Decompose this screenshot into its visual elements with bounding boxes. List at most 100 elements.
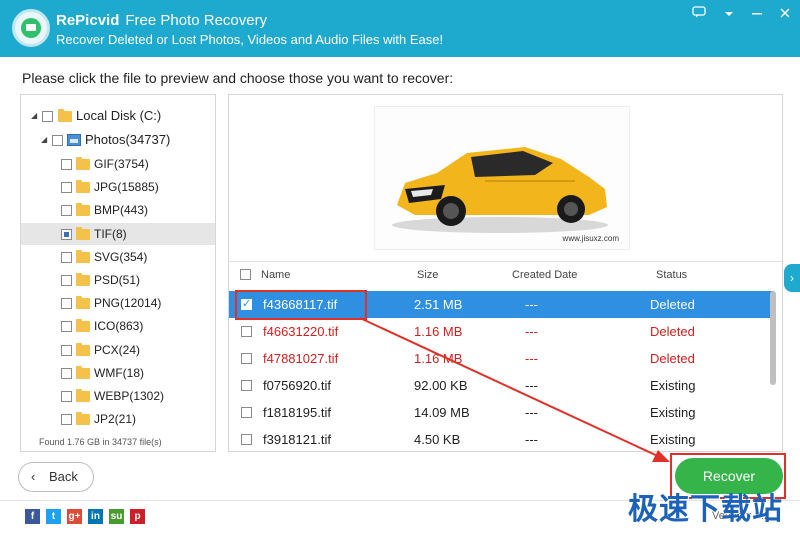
tree-item-folder[interactable]: ICO(863) (21, 315, 215, 337)
tree-checkbox[interactable] (61, 159, 72, 170)
pinterest-icon[interactable]: p (130, 509, 145, 524)
file-name: f3918121.tif (263, 432, 331, 447)
tree-item-folder[interactable]: JP2(21) (21, 408, 215, 430)
tree-label: PSD(51) (94, 273, 141, 287)
tree-checkbox[interactable] (52, 135, 63, 146)
tree-checkbox[interactable] (61, 344, 72, 356)
file-status: Existing (650, 432, 696, 447)
tree-label: WMF(18) (94, 365, 144, 380)
tree-label: SVG(354) (94, 249, 148, 264)
folder-icon (76, 180, 90, 194)
file-name: f0756920.tif (263, 378, 331, 393)
tree-item-folder[interactable]: PNG(12014) (21, 292, 215, 314)
table-header: Name Size Created Date Status (229, 261, 782, 287)
expand-arrow-icon[interactable]: ◢ (31, 105, 37, 127)
folder-icon (76, 389, 90, 402)
folder-icon (76, 342, 90, 356)
tree-item-folder[interactable]: TIF(8) (21, 222, 215, 245)
tree-item-photos[interactable]: ◢ Photos(34737) (21, 129, 215, 151)
tree-item-folder[interactable]: WEBP(1302) (21, 385, 215, 407)
googleplus-icon[interactable]: g+ (67, 509, 82, 524)
car-image (392, 147, 608, 233)
table-row[interactable]: f0756920.tif 92.00 KB --- Existing (229, 372, 774, 399)
tree-label: PNG(12014) (94, 296, 162, 311)
row-checkbox[interactable] (241, 434, 252, 445)
tree-label: JPG(15885) (94, 180, 159, 195)
table-row[interactable]: f3918121.tif 4.50 KB --- Existing (229, 426, 774, 451)
column-header-status[interactable]: Status (656, 269, 687, 281)
column-header-size[interactable]: Size (417, 269, 438, 281)
table-scrollbar[interactable] (770, 291, 776, 385)
file-date: --- (525, 297, 538, 312)
app-subtitle: Recover Deleted or Lost Photos, Videos a… (56, 32, 444, 47)
tree-checkbox[interactable] (61, 251, 72, 263)
table-row[interactable]: f46631220.tif 1.16 MB --- Deleted (229, 318, 774, 345)
file-status: Deleted (650, 351, 695, 366)
chevron-right-icon[interactable]: › (784, 264, 800, 292)
row-checkbox[interactable] (241, 326, 252, 337)
row-checkbox[interactable] (241, 380, 252, 391)
column-header-name[interactable]: Name (261, 269, 290, 281)
tree-checkbox[interactable] (61, 321, 72, 333)
tree-label: JP2(21) (94, 412, 137, 427)
row-checkbox[interactable] (241, 353, 252, 364)
tree-item-folder[interactable]: GIF(3754) (21, 153, 215, 175)
tree-checkbox[interactable] (61, 391, 72, 402)
tree-checkbox[interactable] (61, 182, 72, 194)
tree-checkbox[interactable] (61, 275, 72, 286)
tree-checkbox[interactable] (61, 298, 72, 310)
photos-icon (67, 134, 81, 146)
file-date: --- (525, 405, 538, 420)
tree-item-folder[interactable]: PCX(24) (21, 339, 215, 361)
folder-icon (76, 249, 90, 263)
highlight-box-file (235, 290, 367, 320)
row-checkbox[interactable] (241, 407, 252, 418)
minimize-icon[interactable] (744, 4, 770, 24)
table-row[interactable]: f47881027.tif 1.16 MB --- Deleted (229, 345, 774, 372)
file-date: --- (525, 351, 538, 366)
menu-icon[interactable] (716, 4, 742, 24)
tree-checkbox[interactable] (61, 205, 72, 217)
twitter-icon[interactable]: t (46, 509, 61, 524)
tree-item-folder[interactable]: SVG(354) (21, 246, 215, 268)
column-header-date[interactable]: Created Date (512, 269, 577, 281)
tree-checkbox[interactable] (61, 367, 72, 379)
file-size: 92.00 KB (414, 378, 468, 393)
title-bar: RePicvid Free Photo Recovery Recover Dele… (0, 0, 800, 57)
feedback-icon[interactable] (686, 4, 712, 24)
back-button-label: Back (49, 469, 78, 484)
tree-label: GIF(3754) (94, 157, 149, 171)
file-size: 2.51 MB (414, 297, 463, 312)
site-watermark: 极速下载站 (628, 493, 783, 526)
folder-icon (76, 412, 90, 426)
preview-watermark: www.jisuxz.com (562, 234, 619, 243)
tree-label: PCX(24) (94, 342, 141, 357)
product-name: Free Photo Recovery (125, 12, 268, 29)
folder-icon (76, 365, 90, 379)
tree-label: WEBP(1302) (94, 389, 165, 403)
file-name: f46631220.tif (263, 324, 339, 339)
tree-checkbox[interactable] (42, 111, 53, 122)
chevron-left-icon: ‹ (31, 469, 36, 484)
expand-arrow-icon[interactable]: ◢ (41, 129, 47, 151)
tree-checkbox[interactable] (61, 414, 72, 426)
file-name: f1818195.tif (263, 405, 331, 420)
tree-item-folder[interactable]: BMP(443) (21, 199, 215, 221)
select-all-checkbox[interactable] (240, 269, 251, 280)
instruction-text: Please click the file to preview and cho… (22, 70, 454, 86)
back-button[interactable]: ‹ Back (18, 462, 94, 492)
image-preview: www.jisuxz.com (374, 106, 630, 250)
table-row[interactable]: f1818195.tif 14.09 MB --- Existing (229, 399, 774, 426)
tree-item-local-disk[interactable]: ◢ Local Disk (C:) (21, 105, 215, 127)
facebook-icon[interactable]: f (25, 509, 40, 524)
tree-item-folder[interactable]: WMF(18) (21, 362, 215, 384)
file-name: f47881027.tif (263, 351, 339, 366)
tree-summary: Found 1.76 GB in 34737 file(s) (39, 437, 162, 447)
stumbleupon-icon[interactable]: su (109, 509, 124, 524)
brand-name: RePicvid (56, 12, 120, 29)
tree-item-folder[interactable]: PSD(51) (21, 269, 215, 291)
linkedin-icon[interactable]: in (88, 509, 103, 524)
tree-item-folder[interactable]: JPG(15885) (21, 176, 215, 198)
close-icon[interactable] (772, 4, 798, 24)
tree-checkbox[interactable] (61, 228, 72, 240)
